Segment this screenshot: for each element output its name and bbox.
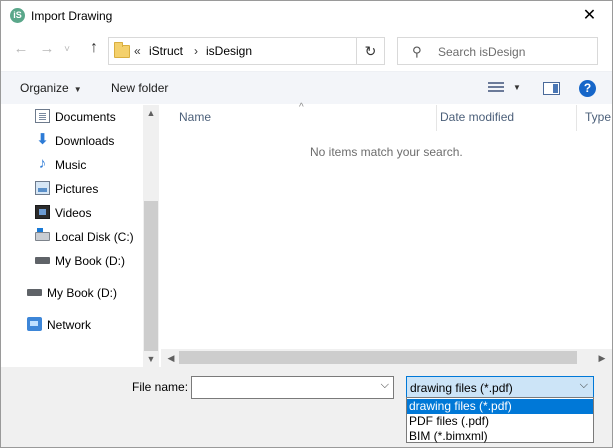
column-header-type[interactable]: Type	[577, 105, 613, 131]
documents-icon	[35, 109, 50, 123]
scroll-up-icon[interactable]: ▲	[143, 105, 159, 121]
navigation-pane-scrollbar[interactable]: ▲ ▼	[143, 105, 159, 367]
usb-drive-icon	[35, 257, 50, 264]
column-header-label: Date modified	[440, 110, 515, 124]
search-input[interactable]: Search isDesign	[438, 45, 525, 59]
music-icon: ♪	[38, 155, 47, 172]
import-drawing-dialog: iS Import Drawing ✕ ← → ˅ ↑ « iStruct › …	[0, 0, 613, 448]
videos-icon	[35, 205, 50, 219]
sidebar-item-label: Local Disk (C:)	[55, 230, 134, 244]
refresh-icon[interactable]: ↻	[356, 38, 384, 64]
file-list: ^ Name Date modified Type No items match…	[161, 102, 613, 367]
search-icon: ⚲	[412, 44, 422, 59]
chevron-down-icon[interactable]: ⌵	[381, 379, 389, 392]
scroll-right-icon[interactable]: ▶	[594, 350, 610, 366]
file-type-selected-value: drawing files (*.pdf)	[410, 381, 513, 395]
horizontal-scrollbar[interactable]: ◀ ▶	[161, 349, 612, 367]
breadcrumb-separator-icon[interactable]: ›	[194, 44, 198, 58]
file-name-label: File name:	[132, 380, 189, 394]
navigation-bar: ← → ˅ ↑ « iStruct › isDesign ↻ ⚲ Search …	[1, 33, 612, 67]
breadcrumb-item-istruct[interactable]: iStruct	[149, 44, 183, 58]
chevron-down-icon: ▼	[73, 85, 82, 94]
downloads-icon: ⬇	[36, 131, 49, 148]
search-box[interactable]: ⚲ Search isDesign	[397, 37, 598, 65]
column-header-name[interactable]: Name	[171, 105, 437, 131]
forward-arrow-icon[interactable]: →	[38, 40, 56, 57]
pictures-icon	[35, 181, 50, 195]
sidebar-item-label: Network	[47, 318, 92, 332]
help-icon[interactable]: ?	[579, 80, 596, 97]
app-logo-icon: iS	[10, 8, 25, 23]
column-header-label: Name	[179, 110, 212, 124]
close-button[interactable]: ✕	[567, 1, 612, 31]
scroll-thumb[interactable]	[179, 351, 577, 364]
navigation-pane: Documents ⬇ Downloads ♪ Music Pictures V…	[1, 105, 159, 367]
column-header-label: Type	[585, 110, 612, 124]
organize-label: Organize	[20, 81, 69, 95]
back-arrow-icon[interactable]: ←	[12, 40, 30, 57]
title-bar: iS Import Drawing ✕	[1, 1, 612, 31]
sidebar-item-label: Downloads	[55, 134, 115, 148]
sidebar-item-label: My Book (D:)	[55, 254, 126, 268]
view-options-chevron-icon[interactable]: ▼	[513, 83, 521, 92]
file-type-option-bim[interactable]: BIM (*.bimxml)	[407, 429, 593, 444]
file-type-dropdown: drawing files (*.pdf) PDF files (.pdf) B…	[406, 397, 594, 443]
sidebar-item-label: My Book (D:)	[47, 286, 118, 300]
file-type-select[interactable]: drawing files (*.pdf) ⌵	[406, 376, 594, 399]
scroll-left-icon[interactable]: ◀	[163, 350, 179, 366]
recent-locations-chevron-icon[interactable]: ˅	[61, 44, 73, 55]
file-type-option-drawing[interactable]: drawing files (*.pdf)	[407, 399, 593, 414]
network-icon	[27, 317, 42, 331]
file-type-option-pdf[interactable]: PDF files (.pdf)	[407, 414, 593, 429]
address-bar[interactable]: « iStruct › isDesign ↻	[108, 37, 385, 65]
usb-drive-icon	[27, 289, 42, 296]
organize-button[interactable]: Organize ▼	[20, 81, 82, 95]
file-name-input[interactable]: ⌵	[191, 376, 394, 399]
preview-pane-icon[interactable]	[543, 82, 560, 95]
column-header-date-modified[interactable]: Date modified	[432, 105, 577, 131]
command-bar: Organize ▼ New folder ▼ ?	[1, 71, 612, 104]
empty-state-message: No items match your search.	[310, 145, 463, 159]
breadcrumb-item-isdesign[interactable]: isDesign	[206, 44, 252, 58]
scroll-thumb[interactable]	[144, 201, 158, 351]
new-folder-button[interactable]: New folder	[111, 81, 168, 95]
view-options-icon[interactable]	[488, 82, 504, 94]
scroll-down-icon[interactable]: ▼	[143, 351, 159, 367]
dialog-title: Import Drawing	[31, 9, 113, 23]
sidebar-item-label: Videos	[55, 206, 92, 220]
sidebar-item-label: Pictures	[55, 182, 99, 196]
local-disk-icon	[35, 228, 50, 241]
up-arrow-icon[interactable]: ↑	[85, 39, 103, 57]
chevron-down-icon[interactable]: ⌵	[580, 379, 588, 392]
sidebar-item-label: Music	[55, 158, 87, 172]
sidebar-item-label: Documents	[55, 110, 116, 124]
breadcrumb-overflow-icon[interactable]: «	[134, 44, 141, 58]
folder-icon	[114, 42, 130, 58]
